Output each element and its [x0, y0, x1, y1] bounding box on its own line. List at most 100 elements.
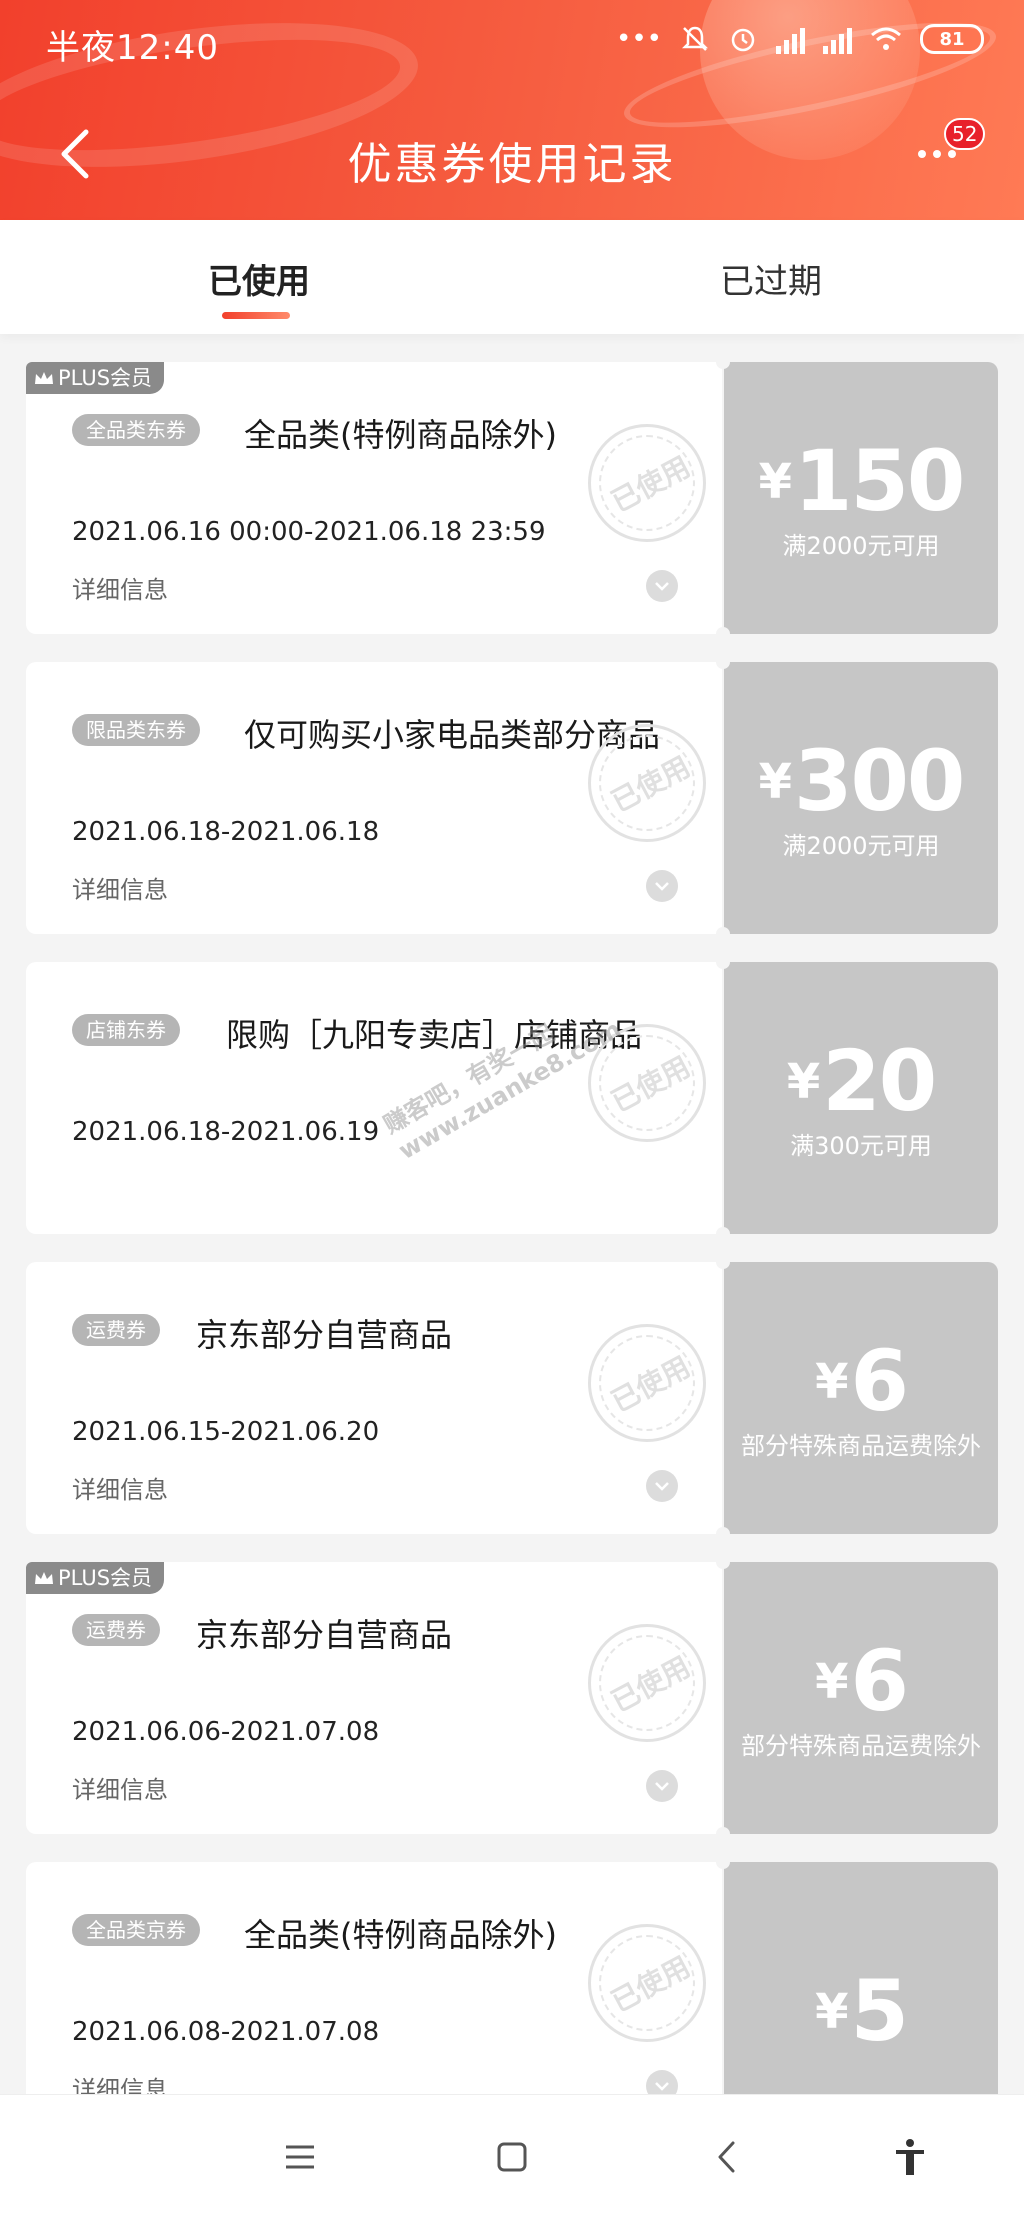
chevron-down-icon	[655, 582, 669, 591]
coupon-body[interactable]: PLUS会员 全品类东券 全品类(特例商品除外) 2021.06.16 00:0…	[26, 362, 722, 634]
used-stamp: 已使用	[588, 1924, 706, 2042]
coupon-type-tag: 店铺东券	[72, 1014, 180, 1046]
active-tab-indicator	[222, 312, 290, 319]
currency-symbol: ¥	[815, 1654, 849, 1710]
tab-used[interactable]: 已使用	[208, 254, 310, 303]
coupon-amount-panel: ¥150 满2000元可用	[724, 362, 998, 634]
plus-member-label: PLUS会员	[58, 366, 153, 390]
coupon-notch	[716, 655, 730, 669]
coupon-amount-value: 5	[850, 1962, 908, 2060]
expand-detail-button[interactable]	[646, 1770, 678, 1802]
coupon-body[interactable]: 限品类东券 仅可购买小家电品类部分商品 2021.06.18-2021.06.1…	[26, 662, 722, 934]
coupon-condition: 部分特殊商品运费除外	[741, 1732, 981, 1760]
coupon-card[interactable]: 运费券 京东部分自营商品 2021.06.15-2021.06.20 详细信息 …	[26, 1255, 998, 1541]
coupon-notch	[716, 627, 730, 641]
coupon-amount-panel: ¥20 满300元可用	[724, 962, 998, 1234]
coupon-body[interactable]: 运费券 京东部分自营商品 2021.06.15-2021.06.20 详细信息 …	[26, 1262, 722, 1534]
currency-symbol: ¥	[758, 754, 793, 810]
coupon-type-tag: 限品类东券	[72, 714, 200, 746]
coupon-card[interactable]: PLUS会员 运费券 京东部分自营商品 2021.06.06-2021.07.0…	[26, 1555, 998, 1841]
coupon-title: 全品类(特例商品除外)	[244, 416, 557, 454]
mute-bell-icon	[681, 26, 709, 51]
coupon-title: 京东部分自营商品	[196, 1616, 453, 1654]
home-button[interactable]	[490, 2135, 534, 2179]
wifi-icon	[871, 27, 901, 50]
plus-member-tag: PLUS会员	[26, 362, 165, 394]
tab-bar: 已使用 已过期	[0, 220, 1024, 334]
menu-icon	[286, 2145, 314, 2169]
coupon-detail-link[interactable]: 详细信息	[72, 870, 168, 905]
coupon-detail-link[interactable]: 详细信息	[72, 570, 168, 605]
coupon-body[interactable]: 店铺东券 限购［九阳专卖店］店铺商品 2021.06.18-2021.06.19…	[26, 962, 722, 1234]
coupon-amount: ¥6	[724, 1332, 998, 1430]
menu-button[interactable]	[278, 2135, 322, 2179]
coupon-title: 限购［九阳专卖店］店铺商品	[226, 1016, 643, 1054]
battery-indicator: 81	[920, 24, 984, 54]
coupon-notch	[716, 927, 730, 941]
signal-icon-2	[823, 24, 852, 54]
coupon-body[interactable]: PLUS会员 运费券 京东部分自营商品 2021.06.06-2021.07.0…	[26, 1562, 722, 1834]
coupon-amount: ¥5	[724, 1962, 998, 2060]
coupon-amount: ¥150	[724, 432, 998, 530]
coupon-detail-link[interactable]: 详细信息	[72, 1770, 168, 1805]
message-badge: 52	[944, 118, 986, 150]
coupon-amount-value: 20	[822, 1032, 937, 1130]
currency-symbol: ¥	[815, 1984, 849, 2040]
currency-symbol: ¥	[758, 454, 793, 510]
coupon-title: 京东部分自营商品	[196, 1316, 453, 1354]
used-stamp: 已使用	[588, 1024, 706, 1142]
coupon-amount-panel: ¥6 部分特殊商品运费除外	[724, 1262, 998, 1534]
chevron-down-icon	[655, 882, 669, 891]
more-menu-button[interactable]: 52	[914, 118, 986, 180]
accessibility-button[interactable]	[888, 2135, 932, 2179]
coupon-amount-value: 6	[850, 1632, 908, 1730]
more-dots-icon	[918, 150, 956, 158]
coupon-notch	[716, 1255, 730, 1269]
coupon-notch	[716, 1527, 730, 1541]
system-back-button[interactable]	[706, 2135, 750, 2179]
nav-bar: 优惠券使用记录 52	[0, 100, 1024, 210]
currency-symbol: ¥	[786, 1054, 821, 1110]
coupon-card[interactable]: PLUS会员 全品类东券 全品类(特例商品除外) 2021.06.16 00:0…	[26, 355, 998, 641]
coupon-title: 全品类(特例商品除外)	[244, 1916, 557, 1954]
coupon-condition: 部分特殊商品运费除外	[741, 1432, 981, 1460]
used-stamp: 已使用	[588, 1324, 706, 1442]
expand-detail-button[interactable]	[646, 870, 678, 902]
coupon-validity-date: 2021.06.06-2021.07.08	[72, 1717, 380, 1747]
plus-member-tag: PLUS会员	[26, 1562, 165, 1594]
coupon-validity-date: 2021.06.16 00:00-2021.06.18 23:59	[72, 517, 546, 547]
crown-icon	[35, 372, 53, 384]
coupon-amount-value: 300	[794, 732, 965, 830]
coupon-card[interactable]: 店铺东券 限购［九阳专卖店］店铺商品 2021.06.18-2021.06.19…	[26, 955, 998, 1241]
coupon-amount-value: 150	[794, 432, 965, 530]
header: 半夜12:40 ••• 81 优惠券使用记录 52	[0, 0, 1024, 220]
system-back-icon	[718, 2141, 735, 2173]
coupon-type-tag: 运费券	[72, 1314, 160, 1346]
chevron-down-icon	[655, 1782, 669, 1791]
coupon-notch	[716, 1555, 730, 1569]
coupon-validity-date: 2021.06.08-2021.07.08	[72, 2017, 380, 2047]
coupon-notch	[716, 355, 730, 369]
more-notifications-icon: •••	[615, 24, 662, 54]
coupon-card[interactable]: 限品类东券 仅可购买小家电品类部分商品 2021.06.18-2021.06.1…	[26, 655, 998, 941]
expand-detail-button[interactable]	[646, 1470, 678, 1502]
status-icons: ••• 81	[616, 24, 984, 54]
coupon-notch	[716, 1227, 730, 1241]
status-bar: 半夜12:40 ••• 81	[0, 0, 1024, 86]
coupon-amount: ¥300	[724, 732, 998, 830]
tab-expired[interactable]: 已过期	[720, 254, 822, 303]
coupon-notch	[716, 1827, 730, 1841]
used-stamp: 已使用	[588, 424, 706, 542]
currency-symbol: ¥	[815, 1354, 849, 1410]
signal-icon-1	[776, 24, 805, 54]
used-stamp: 已使用	[588, 1624, 706, 1742]
home-square-icon	[497, 2142, 527, 2172]
coupon-validity-date: 2021.06.15-2021.06.20	[72, 1417, 380, 1447]
coupon-detail-link[interactable]: 详细信息	[72, 1470, 168, 1505]
crown-icon	[35, 1572, 53, 1584]
coupon-type-tag: 全品类东券	[72, 414, 200, 446]
chevron-down-icon	[655, 1482, 669, 1491]
expand-detail-button[interactable]	[646, 570, 678, 602]
coupon-amount: ¥20	[724, 1032, 998, 1130]
coupon-amount-panel: ¥300 满2000元可用	[724, 662, 998, 934]
